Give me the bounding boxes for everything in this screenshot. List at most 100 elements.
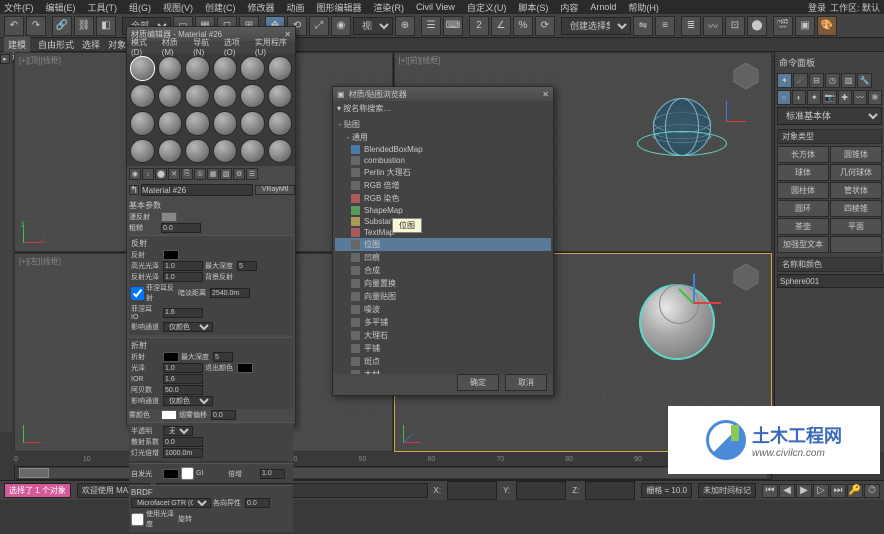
subtab-shapes[interactable]: ◐	[792, 90, 806, 105]
snap-spinner-button[interactable]: ⟳	[535, 16, 555, 36]
prev-frame-button[interactable]: ◀	[779, 484, 795, 498]
viewcube-persp[interactable]	[731, 262, 761, 292]
coord-x-input[interactable]	[447, 481, 497, 500]
time-config-button[interactable]: ⏱	[864, 484, 880, 498]
mat-slot-23[interactable]	[240, 139, 265, 164]
render-frame-button[interactable]: ▣	[795, 16, 815, 36]
autokey-label[interactable]: 未加时间标记	[698, 483, 756, 498]
object-name-input[interactable]	[777, 274, 884, 288]
mat-go-parent[interactable]: ↰	[129, 185, 139, 195]
subtab-helpers[interactable]: ✚	[838, 90, 852, 105]
ribbon-modeling[interactable]: 建模	[4, 37, 30, 52]
mat-slot-3[interactable]	[185, 56, 210, 81]
refl-gloss-spinner[interactable]	[163, 272, 203, 282]
snap-angle-button[interactable]: ∠	[491, 16, 511, 36]
ior-spinner[interactable]	[163, 374, 203, 384]
abbe-spinner[interactable]	[163, 385, 203, 395]
prim-geosphere[interactable]: 几何球体	[830, 164, 882, 181]
mat-tool-unique[interactable]: ①	[194, 168, 206, 180]
subtab-cameras[interactable]: 📷	[822, 90, 836, 105]
map-vectordisp[interactable]: 向量置换	[335, 277, 551, 290]
mat-tool-put[interactable]: ↓	[142, 168, 154, 180]
depth2-spinner[interactable]	[213, 352, 233, 362]
menu-civil[interactable]: Civil View	[416, 2, 455, 12]
mat-tool-select[interactable]: ☰	[246, 168, 258, 180]
diffuse-swatch[interactable]	[161, 212, 177, 222]
browser-tree[interactable]: - 贴图 - 通用 BlendedBoxMap combustion Perli…	[333, 116, 553, 374]
subtab-geometry[interactable]: ○	[777, 90, 791, 105]
mat-tool-pick[interactable]: ◉	[129, 168, 141, 180]
subtab-lights[interactable]: ✦	[807, 90, 821, 105]
mat-slot-9[interactable]	[185, 84, 210, 109]
browser-search-label[interactable]: 按名称搜索…	[343, 104, 391, 113]
refract-swatch[interactable]	[163, 352, 179, 362]
key-mode-button[interactable]: 🔑	[847, 484, 863, 498]
mat-slot-21[interactable]	[185, 139, 210, 164]
affect2-dropdown[interactable]: 仅颜色	[163, 396, 213, 406]
mat-slot-12[interactable]	[268, 84, 293, 109]
scatter-spinner[interactable]	[163, 437, 203, 447]
map-shapemap[interactable]: ShapeMap	[335, 205, 551, 216]
menu-modifiers[interactable]: 修改器	[248, 1, 275, 14]
mat-slot-19[interactable]	[130, 139, 155, 164]
map-textmap[interactable]: TextMap	[335, 227, 551, 238]
ribbon-select[interactable]: 选择	[82, 38, 100, 51]
mat-slot-13[interactable]	[130, 111, 155, 136]
menu-graph[interactable]: 图形编辑器	[317, 1, 362, 14]
browser-cancel-button[interactable]: 取消	[505, 374, 547, 391]
placement-button[interactable]: ◉	[331, 16, 351, 36]
goto-end-button[interactable]: ⏭	[830, 484, 846, 498]
menu-help[interactable]: 帮助(H)	[628, 1, 659, 14]
menu-render[interactable]: 渲染(R)	[374, 1, 405, 14]
named-selection[interactable]: 创建选择集	[561, 17, 631, 35]
manipulate-button[interactable]: ☰	[421, 16, 441, 36]
coord-z-input[interactable]	[585, 481, 635, 500]
menu-script[interactable]: 脚本(S)	[518, 1, 548, 14]
prim-tube[interactable]: 管状体	[830, 182, 882, 199]
layers-button[interactable]: ≣	[681, 16, 701, 36]
mat-slot-7[interactable]	[130, 84, 155, 109]
curve-editor-button[interactable]: 〰	[703, 16, 723, 36]
affect-dropdown[interactable]: 仅颜色	[163, 322, 213, 332]
reflect-swatch[interactable]	[163, 250, 179, 260]
snap-percent-button[interactable]: %	[513, 16, 533, 36]
mat-tool-assign[interactable]: ⬤	[155, 168, 167, 180]
mat-slot-20[interactable]	[158, 139, 183, 164]
use-gloss-check[interactable]	[131, 513, 144, 526]
menu-create[interactable]: 创建(C)	[205, 1, 236, 14]
menu-arnold[interactable]: Arnold	[590, 2, 616, 12]
mat-slot-10[interactable]	[213, 84, 238, 109]
scale-button[interactable]: ⤢	[309, 16, 329, 36]
matmenu-opt[interactable]: 选项(O)	[224, 37, 247, 57]
fresnel-check[interactable]	[131, 287, 144, 300]
tree-group-maps[interactable]: - 贴图	[335, 118, 551, 131]
mat-slot-14[interactable]	[158, 111, 183, 136]
tab-hierarchy[interactable]: ⊟	[809, 73, 824, 88]
browser-ok-button[interactable]: 确定	[457, 374, 499, 391]
map-vectormap[interactable]: 向量贴图	[335, 290, 551, 303]
tab-create[interactable]: ✦	[777, 73, 792, 88]
ref-coord-dropdown[interactable]: 视图	[353, 17, 393, 35]
hl-gloss-spinner[interactable]	[163, 261, 203, 271]
material-type-button[interactable]: VRayMtl	[255, 185, 295, 195]
object-type-header[interactable]: 对象类型	[777, 129, 882, 144]
mat-slot-4[interactable]	[213, 56, 238, 81]
play-button[interactable]: ▶	[796, 484, 812, 498]
mat-tool-copy[interactable]: ⎘	[181, 168, 193, 180]
category-dropdown[interactable]: 标准基本体	[777, 107, 882, 125]
map-speckle[interactable]: 斑点	[335, 355, 551, 368]
next-frame-button[interactable]: ▷	[813, 484, 829, 498]
subtab-warps[interactable]: 〰	[853, 90, 867, 105]
self-illum-swatch[interactable]	[163, 469, 179, 479]
name-color-header[interactable]: 名称和颜色	[777, 257, 882, 272]
browser-titlebar[interactable]: ▣ 材质/贴图浏览器 ✕	[333, 87, 553, 101]
keyboard-button[interactable]: ⌨	[443, 16, 463, 36]
map-blendedbox[interactable]: BlendedBoxMap	[335, 144, 551, 155]
workspace-dropdown[interactable]: 工作区: 默认	[830, 1, 880, 14]
use-pivot-button[interactable]: ⊕	[395, 16, 415, 36]
subtab-systems[interactable]: ✻	[868, 90, 882, 105]
left-tool-1[interactable]: ▸	[0, 54, 10, 64]
matmenu-nav[interactable]: 导航(N)	[193, 37, 216, 57]
tab-utilities[interactable]: 🔧	[857, 73, 872, 88]
menu-file[interactable]: 文件(F)	[4, 1, 34, 14]
